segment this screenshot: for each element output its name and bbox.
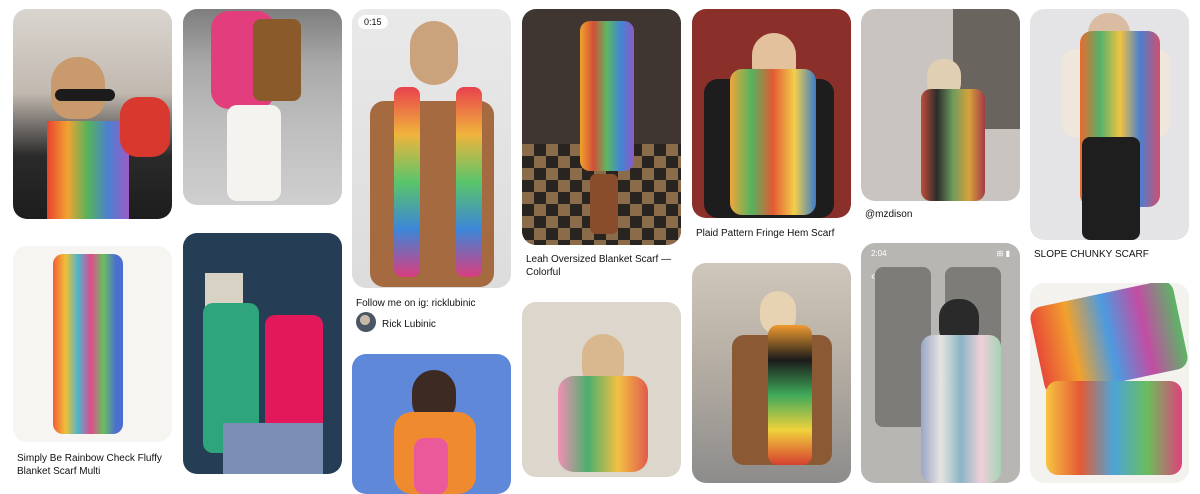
status-time: 2:04 <box>871 249 887 258</box>
scarf <box>730 69 816 215</box>
scarf-fold <box>1046 381 1182 475</box>
pin-card[interactable]: SLOPE CHUNKY SCARF <box>1030 9 1189 261</box>
pin-card[interactable] <box>692 263 851 483</box>
coat <box>253 19 301 101</box>
trousers <box>1082 137 1140 240</box>
pink-panel <box>414 438 448 494</box>
pin-card[interactable] <box>183 9 342 205</box>
pin-card[interactable]: Leah Oversized Blanket Scarf — Colorful <box>522 9 681 283</box>
pin-image[interactable] <box>183 233 342 474</box>
pin-title[interactable]: SLOPE CHUNKY SCARF <box>1034 248 1194 261</box>
scarf <box>580 21 634 171</box>
author-name[interactable]: Rick Lubinic <box>382 318 502 331</box>
pin-title[interactable]: Simply Be Rainbow Check Fluffy Blanket Sc… <box>17 452 177 478</box>
sunglasses <box>55 89 115 101</box>
pin-card[interactable] <box>352 354 511 494</box>
scarf <box>53 254 123 434</box>
boots <box>590 174 618 234</box>
person-head <box>51 57 105 119</box>
author-avatar[interactable] <box>356 312 376 332</box>
scarf <box>921 89 985 201</box>
scarf <box>558 376 648 472</box>
pin-card[interactable] <box>183 233 342 474</box>
pin-card[interactable] <box>522 302 681 477</box>
striped-scarf <box>394 87 420 277</box>
trousers <box>227 105 281 201</box>
pin-title[interactable]: Plaid Pattern Fringe Hem Scarf <box>696 227 856 240</box>
pin-card[interactable]: @mzdison <box>861 9 1020 223</box>
pin-image[interactable] <box>13 246 172 442</box>
pin-image[interactable] <box>692 263 851 483</box>
scarf <box>921 335 1001 483</box>
pin-card[interactable]: 2:04 ⊞ ▮ ‹ <box>861 243 1020 483</box>
striped-scarf <box>456 87 482 277</box>
pin-image[interactable] <box>13 9 172 219</box>
pin-image[interactable] <box>352 354 511 494</box>
status-icons: ⊞ ▮ <box>996 249 1010 258</box>
pin-image[interactable] <box>522 302 681 477</box>
pin-title[interactable]: Leah Oversized Blanket Scarf — Colorful <box>526 253 686 279</box>
pin-image[interactable] <box>861 9 1020 201</box>
pin-title[interactable]: @mzdison <box>865 208 1025 221</box>
phone-status-bar: 2:04 ⊞ ▮ <box>871 249 1010 259</box>
pin-image[interactable] <box>183 9 342 205</box>
person-head <box>410 21 458 85</box>
pin-card[interactable]: 0:15 Follow me on ig: ricklubinic Rick L… <box>352 9 511 335</box>
pin-video[interactable] <box>352 9 511 288</box>
pin-image[interactable] <box>692 9 851 218</box>
pin-title[interactable]: Follow me on ig: ricklubinic <box>356 297 516 310</box>
pin-image[interactable]: 2:04 ⊞ ▮ ‹ <box>861 243 1020 483</box>
scarf <box>768 325 812 465</box>
pin-image[interactable] <box>522 9 681 245</box>
pin-card[interactable] <box>1030 283 1189 483</box>
pin-card[interactable]: Plaid Pattern Fringe Hem Scarf <box>692 9 851 239</box>
video-duration-badge: 0:15 <box>358 15 388 29</box>
red-sleeve <box>120 97 170 157</box>
pin-card[interactable]: Simply Be Rainbow Check Fluffy Blanket Sc… <box>13 246 172 477</box>
pin-image[interactable] <box>1030 9 1189 240</box>
jeans <box>223 423 323 474</box>
scarf <box>47 121 129 219</box>
pin-image[interactable] <box>1030 283 1189 483</box>
pin-card[interactable] <box>13 9 172 219</box>
